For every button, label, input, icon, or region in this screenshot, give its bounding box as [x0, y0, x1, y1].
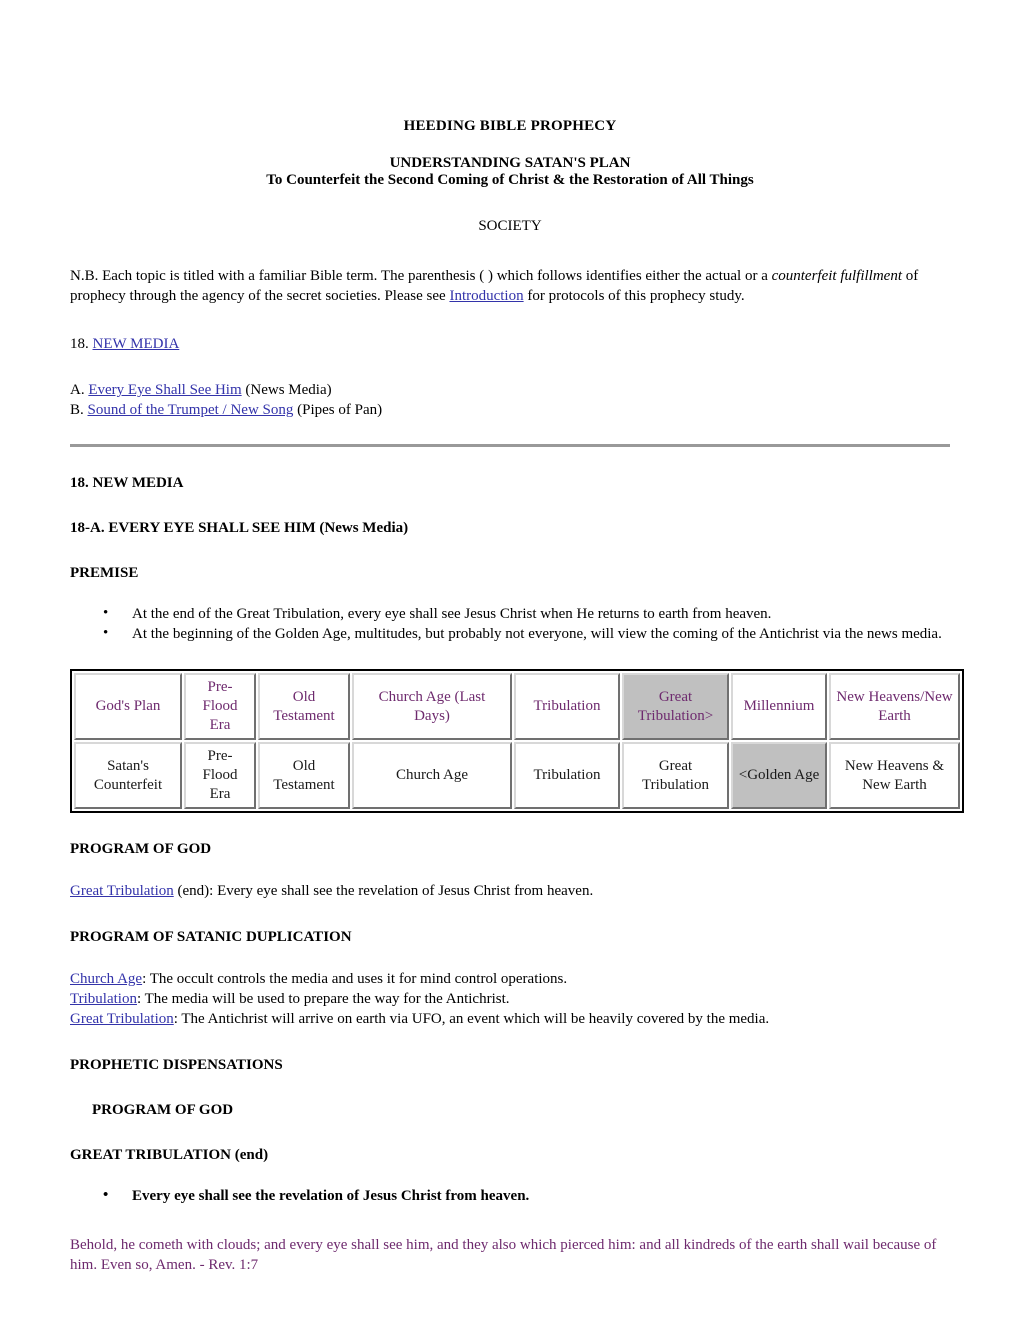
- toc-item-a-link[interactable]: Every Eye Shall See Him: [88, 382, 241, 398]
- topic-heading: 18-A. EVERY EYE SHALL SEE HIM (News Medi…: [70, 520, 409, 536]
- satanic-line-tribulation: Tribulation: The media will be used to p…: [70, 989, 950, 1009]
- satanic-duplication-heading: PROGRAM OF SATANIC DUPLICATION: [70, 929, 352, 945]
- document-header: HEEDING BIBLE PROPHECY UNDERSTANDING SAT…: [70, 0, 950, 235]
- note-text-part3: for protocols of this prophecy study.: [523, 288, 745, 304]
- subtitle-line-2: To Counterfeit the Second Coming of Chri…: [266, 172, 754, 188]
- cell-pre-flood-era-satan: Pre-Flood Era: [184, 742, 256, 809]
- satanic-line-great-tribulation: Great Tribulation: The Antichrist will a…: [70, 1009, 950, 1029]
- timeline-table-wrapper: God's Plan Pre-Flood Era Old Testament C…: [70, 669, 964, 813]
- prophetic-program-of-god-subheading: PROGRAM OF GOD: [92, 1102, 234, 1118]
- toc-item-a-suffix: (News Media): [241, 382, 332, 398]
- satanic-line-tribulation-text: : The media will be used to prepare the …: [136, 991, 510, 1007]
- program-of-god-text: (end): Every eye shall see the revelatio…: [173, 883, 594, 899]
- cell-old-testament-satan: Old Testament: [258, 742, 350, 809]
- subtitle-line-1: UNDERSTANDING SATAN'S PLAN: [389, 155, 631, 171]
- prophetic-dispensations-heading: PROPHETIC DISPENSATIONS: [70, 1057, 283, 1073]
- toc-item-b-marker: B.: [70, 402, 84, 418]
- great-tribulation-bullet-list: Every eye shall see the revelation of Je…: [70, 1185, 950, 1206]
- cell-gods-plan: God's Plan: [74, 673, 182, 740]
- toc-item-b-suffix: (Pipes of Pan): [293, 402, 383, 418]
- document-page: HEEDING BIBLE PROPHECY UNDERSTANDING SAT…: [0, 0, 1020, 1320]
- cell-millennium: Millennium: [731, 673, 827, 740]
- cell-new-heavens-new-earth-satan: New Heavens & New Earth: [829, 742, 960, 809]
- list-item: At the end of the Great Tribulation, eve…: [70, 603, 950, 624]
- church-age-link[interactable]: Church Age: [70, 971, 142, 987]
- program-of-god-line: Great Tribulation (end): Every eye shall…: [70, 881, 950, 901]
- note-italic-phrase: counterfeit fulfillment: [771, 268, 903, 284]
- tribulation-link[interactable]: Tribulation: [70, 991, 137, 1007]
- toc-item-b-link[interactable]: Sound of the Trumpet / New Song: [88, 402, 294, 418]
- category-label: SOCIETY: [478, 218, 542, 234]
- great-tribulation-link[interactable]: Great Tribulation: [70, 883, 174, 899]
- premise-bullet-list: At the end of the Great Tribulation, eve…: [70, 603, 950, 644]
- toc-item-b: B. Sound of the Trumpet / New Song (Pipe…: [70, 400, 950, 420]
- page-title: HEEDING BIBLE PROPHECY: [403, 118, 617, 134]
- cell-great-tribulation-satan: Great Tribulation: [622, 742, 729, 809]
- toc-item-a: A. Every Eye Shall See Him (News Media): [70, 380, 950, 400]
- toc-chapter-number: 18.: [70, 336, 89, 352]
- toc-chapter: 18. NEW MEDIA: [70, 336, 950, 353]
- cell-tribulation-god: Tribulation: [514, 673, 620, 740]
- toc-item-a-marker: A.: [70, 382, 85, 398]
- toc-chapter-link[interactable]: NEW MEDIA: [93, 336, 180, 352]
- cell-church-age-last-days: Church Age (Last Days): [352, 673, 512, 740]
- list-item: At the beginning of the Golden Age, mult…: [70, 623, 950, 644]
- table-row: God's Plan Pre-Flood Era Old Testament C…: [74, 673, 960, 740]
- cell-new-heavens-new-earth-god: New Heavens/New Earth: [829, 673, 960, 740]
- note-paragraph: N.B. Each topic is titled with a familia…: [70, 266, 950, 306]
- section-divider: [70, 444, 950, 447]
- satanic-line-great-tribulation-text: : The Antichrist will arrive on earth vi…: [173, 1011, 770, 1027]
- note-text-part1: N.B. Each topic is titled with a familia…: [70, 268, 772, 284]
- satanic-line-church-age: Church Age: The occult controls the medi…: [70, 969, 950, 989]
- premise-heading: PREMISE: [70, 565, 139, 581]
- cell-tribulation-satan: Tribulation: [514, 742, 620, 809]
- chapter-heading: 18. NEW MEDIA: [70, 475, 184, 491]
- satanic-duplication-lines: Church Age: The occult controls the medi…: [70, 969, 950, 1029]
- great-tribulation-link-2[interactable]: Great Tribulation: [70, 1011, 174, 1027]
- scripture-quote: Behold, he cometh with clouds; and every…: [70, 1237, 937, 1273]
- great-tribulation-heading: GREAT TRIBULATION (end): [70, 1147, 269, 1163]
- toc-list: A. Every Eye Shall See Him (News Media) …: [70, 380, 950, 420]
- introduction-link[interactable]: Introduction: [449, 288, 523, 304]
- dispensation-timeline-table: God's Plan Pre-Flood Era Old Testament C…: [70, 669, 964, 813]
- cell-great-tribulation-god: Great Tribulation>: [622, 673, 729, 740]
- list-item: Every eye shall see the revelation of Je…: [70, 1185, 950, 1206]
- table-row: Satan's Counterfeit Pre-Flood Era Old Te…: [74, 742, 960, 809]
- cell-pre-flood-era-god: Pre-Flood Era: [184, 673, 256, 740]
- cell-church-age-satan: Church Age: [352, 742, 512, 809]
- program-of-god-heading: PROGRAM OF GOD: [70, 841, 212, 857]
- cell-old-testament-god: Old Testament: [258, 673, 350, 740]
- cell-satans-counterfeit: Satan's Counterfeit: [74, 742, 182, 809]
- cell-golden-age: <Golden Age: [731, 742, 827, 809]
- satanic-line-church-age-text: : The occult controls the media and uses…: [142, 971, 568, 987]
